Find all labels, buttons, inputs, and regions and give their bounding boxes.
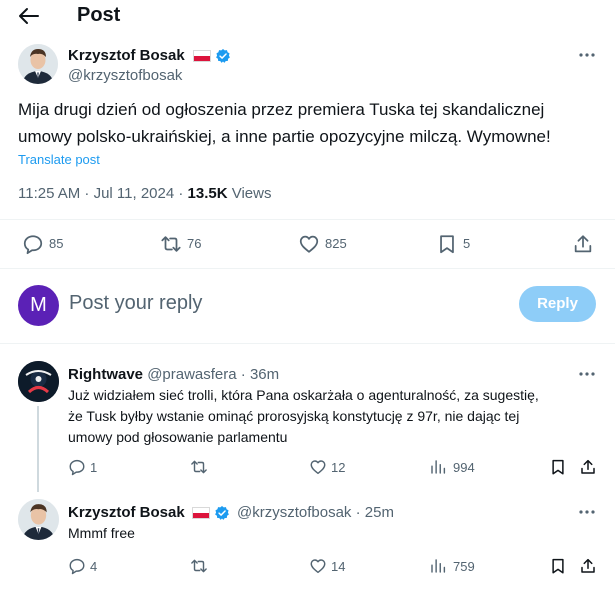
like-count: 825	[325, 236, 347, 251]
bookmark-action[interactable]	[549, 557, 567, 575]
views-count: 13.5K	[187, 185, 228, 202]
reply-text-line-3: umowy pod głosowanie parlamentu	[68, 429, 288, 445]
share-action[interactable]	[579, 557, 597, 575]
reply-count: 1	[90, 460, 98, 475]
share-icon	[574, 235, 592, 253]
heart-icon	[299, 235, 319, 253]
share-action[interactable]	[572, 233, 594, 255]
reply-author-name[interactable]: Krzysztof Bosak	[68, 504, 185, 521]
user-avatar[interactable]: M	[18, 285, 59, 326]
repost-count: 76	[187, 236, 202, 251]
more-options-icon[interactable]	[577, 504, 597, 520]
person-photo-icon	[18, 499, 59, 540]
thread-line	[37, 406, 39, 492]
page-title: Post	[77, 4, 121, 26]
divider	[0, 219, 615, 220]
share-action[interactable]	[579, 458, 597, 476]
repost-action[interactable]	[190, 557, 230, 575]
post-text-line-1: Mija drugi dzień od ogłoszenia przez pre…	[18, 100, 545, 119]
repost-action[interactable]	[190, 458, 230, 476]
heart-icon	[310, 559, 326, 574]
post-text-line-2: umowy polsko-ukraińskiej, a inne partie …	[18, 127, 551, 146]
like-count: 12	[331, 460, 346, 475]
reply-header: Krzysztof Bosak	[68, 504, 185, 521]
reply-count: 4	[90, 559, 98, 574]
repost-icon	[191, 559, 207, 573]
bookmark-icon	[440, 235, 454, 254]
reply-author-avatar[interactable]	[18, 499, 59, 540]
bookmark-icon	[552, 558, 564, 574]
reply-author-name[interactable]: Rightwave	[68, 366, 143, 383]
bookmark-action[interactable]: 5	[436, 233, 476, 255]
like-action[interactable]: 14	[309, 557, 359, 575]
reply-meta: @prawasfera · 36m	[147, 366, 280, 383]
views-chart-icon	[431, 460, 446, 474]
repost-icon	[191, 460, 207, 474]
reply-header: Rightwave @prawasfera · 36m	[68, 366, 279, 383]
reply-action[interactable]: 4	[68, 557, 118, 575]
avatar-letter: M	[30, 294, 47, 316]
verified-badge-icon	[215, 506, 229, 520]
post-timestamp: 11:25 AM · Jul 11, 2024 · 13.5K Views	[18, 185, 272, 202]
share-icon	[581, 459, 595, 474]
bookmark-count: 5	[463, 236, 471, 251]
author-avatar[interactable]	[18, 44, 58, 84]
author-handle[interactable]: @krzysztofbosak	[68, 67, 182, 84]
views-chart-icon	[431, 559, 446, 573]
reply-action[interactable]: 85	[22, 233, 82, 255]
like-action[interactable]: 12	[309, 458, 359, 476]
repost-icon	[161, 236, 181, 252]
reply-icon	[23, 235, 43, 255]
poland-flag-icon	[193, 50, 211, 62]
views-action[interactable]: 994	[429, 458, 489, 476]
arrow-left-icon	[19, 8, 39, 24]
reply-icon	[69, 459, 85, 476]
bookmark-action[interactable]	[549, 458, 567, 476]
reply-icon	[69, 558, 85, 575]
more-options-icon[interactable]	[577, 47, 597, 63]
bookmark-icon	[552, 459, 564, 475]
reply-text-line-2: że Tusk byłby wstanie ominąć prorosyjską…	[68, 408, 520, 424]
reply-input[interactable]: Post your reply	[69, 292, 202, 315]
views-count: 994	[453, 460, 475, 475]
views-label: Views	[227, 185, 272, 202]
poland-flag-icon	[192, 507, 210, 519]
reply-button[interactable]: Reply	[519, 286, 596, 322]
views-action[interactable]: 759	[429, 557, 489, 575]
views-count: 759	[453, 559, 475, 574]
reply-text-line-1: Już widziałem sieć trolli, która Pana os…	[68, 387, 539, 403]
person-photo-icon	[18, 44, 58, 84]
reply-action[interactable]: 1	[68, 458, 118, 476]
heart-icon	[310, 460, 326, 475]
share-icon	[581, 558, 595, 573]
divider	[0, 268, 615, 269]
repost-action[interactable]: 76	[160, 233, 220, 255]
divider	[0, 343, 615, 344]
like-action[interactable]: 825	[298, 233, 358, 255]
timestamp-text: 11:25 AM · Jul 11, 2024 ·	[18, 185, 188, 202]
reply-meta: @krzysztofbosak · 25m	[237, 504, 394, 521]
rightwave-logo-icon	[18, 361, 59, 402]
author-name[interactable]: Krzysztof Bosak	[68, 47, 185, 64]
reply-text-line-1: Mmmf free	[68, 525, 135, 541]
reply-author-avatar[interactable]	[18, 361, 59, 402]
translate-post-link[interactable]: Translate post	[18, 152, 100, 167]
like-count: 14	[331, 559, 346, 574]
back-button[interactable]	[17, 6, 41, 26]
verified-badge-icon	[216, 49, 230, 63]
more-options-icon[interactable]	[577, 366, 597, 382]
reply-count: 85	[49, 236, 64, 251]
